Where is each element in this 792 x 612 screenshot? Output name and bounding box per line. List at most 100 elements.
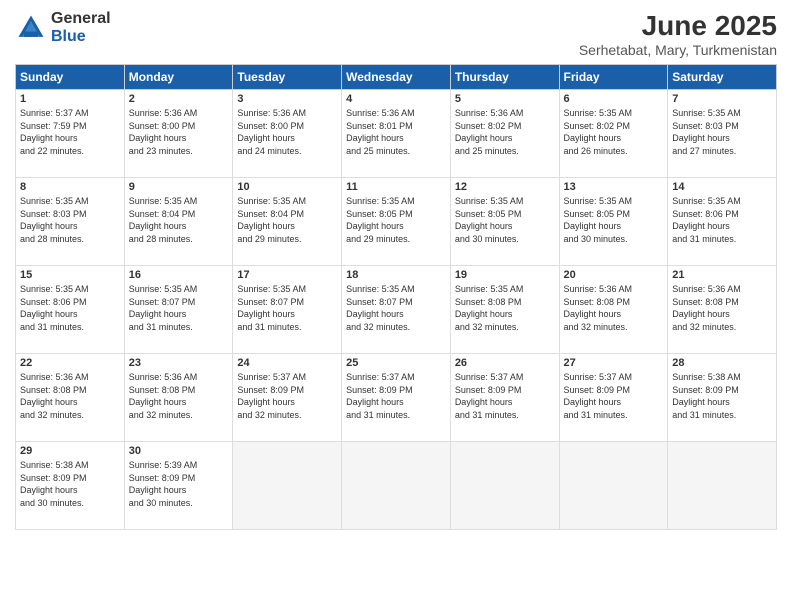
table-row: 9 Sunrise: 5:35 AM Sunset: 8:04 PM Dayli… — [124, 178, 233, 266]
table-row: 12 Sunrise: 5:35 AM Sunset: 8:05 PM Dayl… — [450, 178, 559, 266]
day-number: 6 — [564, 93, 664, 105]
day-info: Sunrise: 5:35 AM Sunset: 8:03 PM Dayligh… — [672, 107, 772, 157]
table-row: 5 Sunrise: 5:36 AM Sunset: 8:02 PM Dayli… — [450, 90, 559, 178]
day-info: Sunrise: 5:35 AM Sunset: 8:08 PM Dayligh… — [455, 283, 555, 333]
day-number: 30 — [129, 445, 229, 457]
header: General Blue June 2025 Serhetabat, Mary,… — [15, 10, 777, 58]
table-row — [450, 442, 559, 530]
table-row: 27 Sunrise: 5:37 AM Sunset: 8:09 PM Dayl… — [559, 354, 668, 442]
day-number: 24 — [237, 357, 337, 369]
week-row: 29 Sunrise: 5:38 AM Sunset: 8:09 PM Dayl… — [16, 442, 777, 530]
table-row: 1 Sunrise: 5:37 AM Sunset: 7:59 PM Dayli… — [16, 90, 125, 178]
table-row: 23 Sunrise: 5:36 AM Sunset: 8:08 PM Dayl… — [124, 354, 233, 442]
week-row: 15 Sunrise: 5:35 AM Sunset: 8:06 PM Dayl… — [16, 266, 777, 354]
day-number: 9 — [129, 181, 229, 193]
day-info: Sunrise: 5:35 AM Sunset: 8:06 PM Dayligh… — [20, 283, 120, 333]
logo-blue-text: Blue — [51, 28, 111, 46]
table-row: 16 Sunrise: 5:35 AM Sunset: 8:07 PM Dayl… — [124, 266, 233, 354]
table-row: 30 Sunrise: 5:39 AM Sunset: 8:09 PM Dayl… — [124, 442, 233, 530]
table-row: 11 Sunrise: 5:35 AM Sunset: 8:05 PM Dayl… — [342, 178, 451, 266]
day-number: 27 — [564, 357, 664, 369]
week-row: 1 Sunrise: 5:37 AM Sunset: 7:59 PM Dayli… — [16, 90, 777, 178]
day-number: 26 — [455, 357, 555, 369]
day-info: Sunrise: 5:36 AM Sunset: 8:00 PM Dayligh… — [129, 107, 229, 157]
day-number: 8 — [20, 181, 120, 193]
day-number: 5 — [455, 93, 555, 105]
table-row: 28 Sunrise: 5:38 AM Sunset: 8:09 PM Dayl… — [668, 354, 777, 442]
day-number: 19 — [455, 269, 555, 281]
day-number: 28 — [672, 357, 772, 369]
day-info: Sunrise: 5:35 AM Sunset: 8:04 PM Dayligh… — [129, 195, 229, 245]
day-info: Sunrise: 5:37 AM Sunset: 8:09 PM Dayligh… — [455, 371, 555, 421]
table-row: 15 Sunrise: 5:35 AM Sunset: 8:06 PM Dayl… — [16, 266, 125, 354]
day-info: Sunrise: 5:35 AM Sunset: 8:03 PM Dayligh… — [20, 195, 120, 245]
month-title: June 2025 — [579, 10, 777, 42]
calendar-table: Sunday Monday Tuesday Wednesday Thursday… — [15, 64, 777, 530]
day-info: Sunrise: 5:35 AM Sunset: 8:05 PM Dayligh… — [455, 195, 555, 245]
col-saturday: Saturday — [668, 65, 777, 90]
day-info: Sunrise: 5:35 AM Sunset: 8:02 PM Dayligh… — [564, 107, 664, 157]
day-info: Sunrise: 5:35 AM Sunset: 8:07 PM Dayligh… — [346, 283, 446, 333]
day-number: 11 — [346, 181, 446, 193]
logo-general-text: General — [51, 10, 111, 28]
table-row: 10 Sunrise: 5:35 AM Sunset: 8:04 PM Dayl… — [233, 178, 342, 266]
table-row: 14 Sunrise: 5:35 AM Sunset: 8:06 PM Dayl… — [668, 178, 777, 266]
day-info: Sunrise: 5:38 AM Sunset: 8:09 PM Dayligh… — [20, 459, 120, 509]
day-info: Sunrise: 5:35 AM Sunset: 8:05 PM Dayligh… — [564, 195, 664, 245]
table-row: 19 Sunrise: 5:35 AM Sunset: 8:08 PM Dayl… — [450, 266, 559, 354]
table-row: 6 Sunrise: 5:35 AM Sunset: 8:02 PM Dayli… — [559, 90, 668, 178]
logo-text: General Blue — [51, 10, 111, 45]
day-number: 16 — [129, 269, 229, 281]
table-row: 17 Sunrise: 5:35 AM Sunset: 8:07 PM Dayl… — [233, 266, 342, 354]
day-number: 14 — [672, 181, 772, 193]
table-row: 29 Sunrise: 5:38 AM Sunset: 8:09 PM Dayl… — [16, 442, 125, 530]
week-row: 22 Sunrise: 5:36 AM Sunset: 8:08 PM Dayl… — [16, 354, 777, 442]
day-info: Sunrise: 5:36 AM Sunset: 8:00 PM Dayligh… — [237, 107, 337, 157]
day-info: Sunrise: 5:36 AM Sunset: 8:01 PM Dayligh… — [346, 107, 446, 157]
col-thursday: Thursday — [450, 65, 559, 90]
table-row: 26 Sunrise: 5:37 AM Sunset: 8:09 PM Dayl… — [450, 354, 559, 442]
day-info: Sunrise: 5:36 AM Sunset: 8:08 PM Dayligh… — [129, 371, 229, 421]
table-row: 22 Sunrise: 5:36 AM Sunset: 8:08 PM Dayl… — [16, 354, 125, 442]
day-number: 12 — [455, 181, 555, 193]
day-number: 23 — [129, 357, 229, 369]
day-number: 15 — [20, 269, 120, 281]
table-row: 24 Sunrise: 5:37 AM Sunset: 8:09 PM Dayl… — [233, 354, 342, 442]
page: General Blue June 2025 Serhetabat, Mary,… — [0, 0, 792, 612]
table-row: 25 Sunrise: 5:37 AM Sunset: 8:09 PM Dayl… — [342, 354, 451, 442]
table-row: 3 Sunrise: 5:36 AM Sunset: 8:00 PM Dayli… — [233, 90, 342, 178]
day-number: 2 — [129, 93, 229, 105]
table-row: 18 Sunrise: 5:35 AM Sunset: 8:07 PM Dayl… — [342, 266, 451, 354]
table-row: 13 Sunrise: 5:35 AM Sunset: 8:05 PM Dayl… — [559, 178, 668, 266]
day-number: 17 — [237, 269, 337, 281]
table-row — [233, 442, 342, 530]
day-number: 29 — [20, 445, 120, 457]
day-number: 22 — [20, 357, 120, 369]
table-row: 8 Sunrise: 5:35 AM Sunset: 8:03 PM Dayli… — [16, 178, 125, 266]
logo-icon — [15, 12, 47, 44]
header-row: Sunday Monday Tuesday Wednesday Thursday… — [16, 65, 777, 90]
day-info: Sunrise: 5:36 AM Sunset: 8:02 PM Dayligh… — [455, 107, 555, 157]
col-wednesday: Wednesday — [342, 65, 451, 90]
day-info: Sunrise: 5:37 AM Sunset: 7:59 PM Dayligh… — [20, 107, 120, 157]
day-number: 20 — [564, 269, 664, 281]
day-info: Sunrise: 5:35 AM Sunset: 8:07 PM Dayligh… — [237, 283, 337, 333]
week-row: 8 Sunrise: 5:35 AM Sunset: 8:03 PM Dayli… — [16, 178, 777, 266]
day-info: Sunrise: 5:36 AM Sunset: 8:08 PM Dayligh… — [20, 371, 120, 421]
col-friday: Friday — [559, 65, 668, 90]
col-tuesday: Tuesday — [233, 65, 342, 90]
day-number: 10 — [237, 181, 337, 193]
day-number: 13 — [564, 181, 664, 193]
table-row: 7 Sunrise: 5:35 AM Sunset: 8:03 PM Dayli… — [668, 90, 777, 178]
table-row — [668, 442, 777, 530]
day-info: Sunrise: 5:35 AM Sunset: 8:05 PM Dayligh… — [346, 195, 446, 245]
day-info: Sunrise: 5:36 AM Sunset: 8:08 PM Dayligh… — [672, 283, 772, 333]
day-number: 25 — [346, 357, 446, 369]
day-info: Sunrise: 5:35 AM Sunset: 8:04 PM Dayligh… — [237, 195, 337, 245]
day-number: 1 — [20, 93, 120, 105]
col-monday: Monday — [124, 65, 233, 90]
table-row: 2 Sunrise: 5:36 AM Sunset: 8:00 PM Dayli… — [124, 90, 233, 178]
day-number: 3 — [237, 93, 337, 105]
logo: General Blue — [15, 10, 111, 45]
title-block: June 2025 Serhetabat, Mary, Turkmenistan — [579, 10, 777, 58]
